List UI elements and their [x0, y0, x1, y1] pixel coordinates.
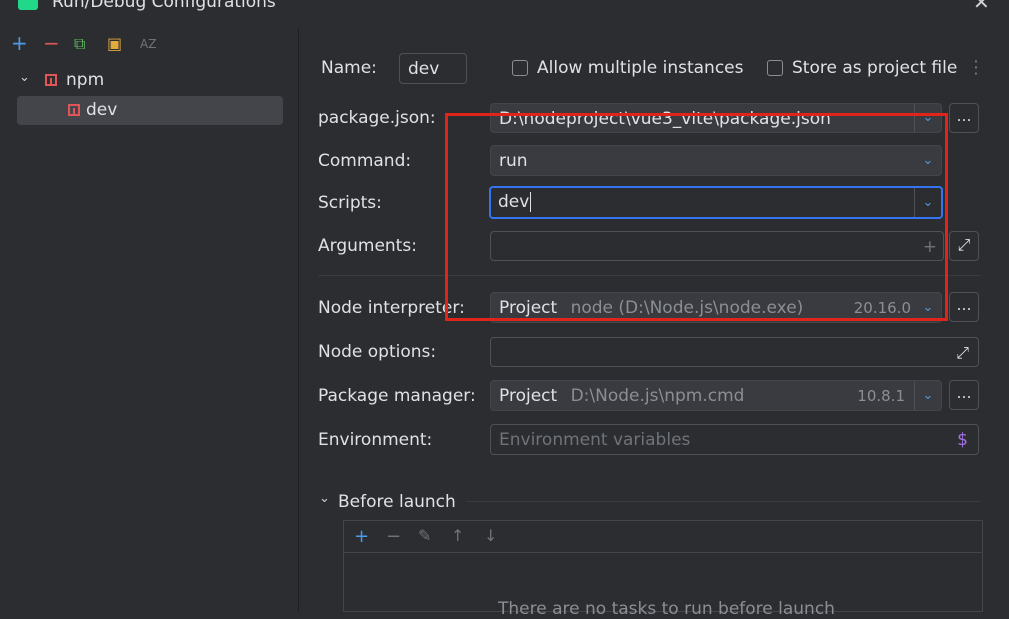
name-label: Name:: [321, 58, 377, 78]
move-down-icon[interactable]: ↓: [484, 526, 497, 545]
before-launch-empty-text: There are no tasks to run before launch: [498, 599, 835, 619]
package-json-label: package.json:: [318, 108, 436, 128]
tree-item-dev[interactable]: [17, 96, 283, 125]
npm-config-icon: [68, 104, 80, 116]
window-title: Run/Debug Configurations: [52, 0, 276, 12]
expand-icon[interactable]: ⤢: [949, 231, 979, 261]
remove-config-icon[interactable]: −: [43, 31, 60, 55]
command-label: Command:: [318, 151, 412, 171]
store-project-checkbox[interactable]: [767, 60, 783, 76]
chevron-down-icon[interactable]: ⌄: [19, 70, 30, 85]
remove-task-icon[interactable]: −: [386, 526, 401, 547]
npm-icon: [45, 74, 57, 86]
chevron-down-icon[interactable]: ⌄: [319, 491, 330, 506]
name-input[interactable]: dev: [399, 53, 467, 84]
package-manager-version: 10.8.1: [857, 387, 905, 405]
tree-item-dev-label: dev: [86, 100, 118, 120]
allow-multiple-label: Allow multiple instances: [537, 58, 744, 78]
environment-placeholder: Environment variables: [499, 430, 691, 450]
app-icon: [18, 0, 38, 10]
pane-divider[interactable]: [298, 28, 299, 612]
before-launch-separator: [466, 501, 981, 502]
browse-package-manager-button[interactable]: …: [949, 380, 979, 410]
store-project-label: Store as project file: [792, 58, 958, 78]
browse-package-json-button[interactable]: …: [949, 103, 979, 133]
package-manager-kind: Project: [499, 386, 558, 406]
expand-icon[interactable]: ⤢: [956, 338, 969, 366]
environment-label: Environment:: [318, 430, 433, 450]
copy-config-icon[interactable]: ⧉: [74, 34, 85, 54]
dollar-icon[interactable]: $: [957, 425, 968, 454]
package-manager-combo[interactable]: Project D:\Node.js\npm.cmd 10.8.1 ⌄: [490, 380, 942, 411]
browse-interpreter-button[interactable]: …: [949, 292, 979, 322]
arguments-label: Arguments:: [318, 236, 417, 256]
sort-icon[interactable]: AZ: [140, 37, 156, 51]
edit-task-icon[interactable]: ✎: [418, 526, 431, 545]
highlight-annotation: [445, 113, 948, 321]
tree-group-npm[interactable]: npm: [66, 70, 104, 90]
node-options-input[interactable]: ⤢: [490, 337, 979, 367]
node-options-label: Node options:: [318, 342, 437, 362]
add-config-icon[interactable]: +: [11, 31, 28, 55]
chevron-down-icon[interactable]: ⌄: [914, 381, 941, 410]
close-icon[interactable]: ✕: [973, 0, 990, 14]
allow-multiple-checkbox[interactable]: [512, 60, 528, 76]
node-interpreter-label: Node interpreter:: [318, 298, 465, 318]
package-manager-label: Package manager:: [318, 386, 476, 406]
new-folder-icon[interactable]: ▣: [107, 34, 122, 53]
move-up-icon[interactable]: ↑: [451, 526, 464, 545]
add-task-icon[interactable]: +: [354, 526, 369, 547]
more-vertical-icon[interactable]: ⋮: [967, 57, 985, 78]
before-launch-title[interactable]: Before launch: [338, 492, 456, 512]
package-manager-path: D:\Node.js\npm.cmd: [570, 386, 745, 406]
scripts-label: Scripts:: [318, 193, 382, 213]
environment-input[interactable]: Environment variables $: [490, 424, 979, 455]
before-launch-toolbar-divider: [344, 552, 982, 553]
